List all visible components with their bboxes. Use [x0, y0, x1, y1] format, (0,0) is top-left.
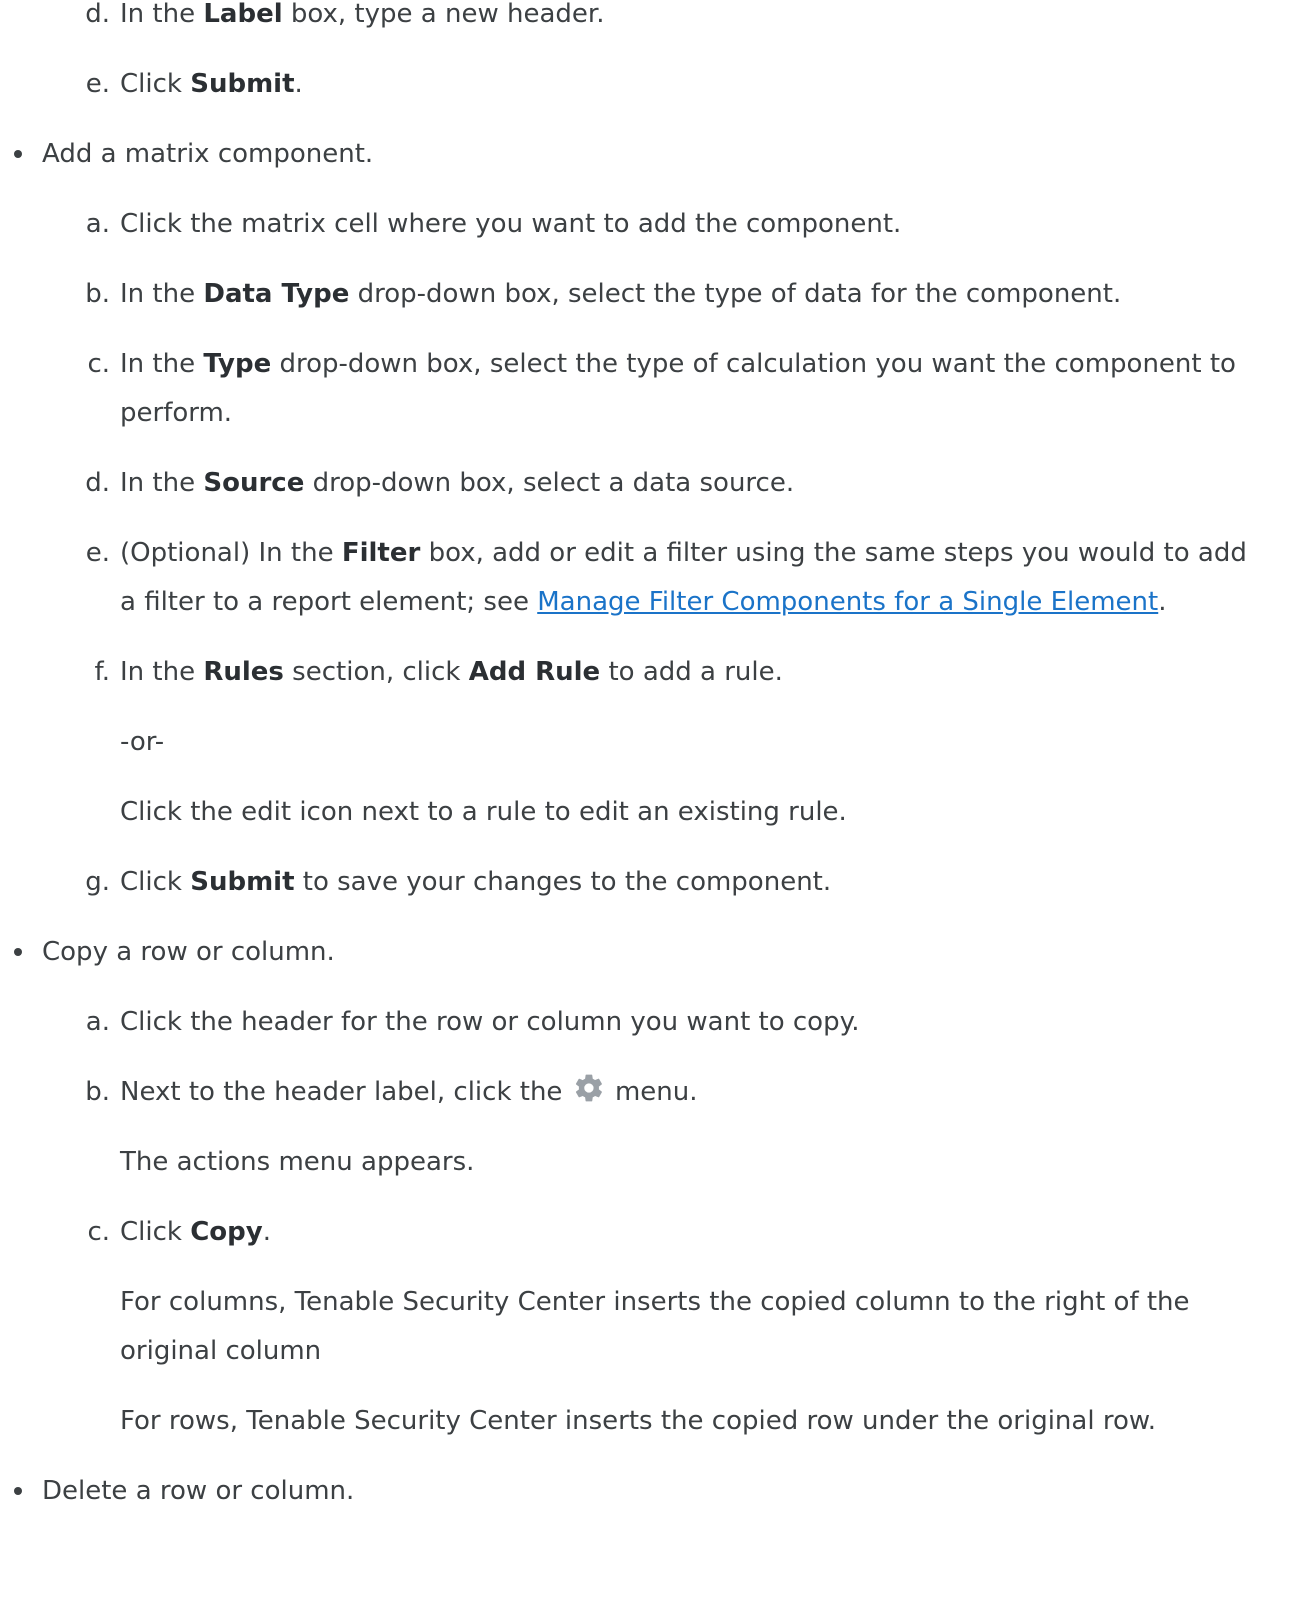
step-marker: d. [85, 0, 110, 29]
main-bullet-list: Add a matrix component. a. Click the mat… [0, 130, 1294, 1516]
step-marker: c. [87, 349, 110, 379]
ui-term-source: Source [203, 468, 305, 498]
step-marker: b. [85, 1077, 110, 1107]
step-f-alternative: Click the edit icon next to a rule to ed… [120, 797, 847, 827]
step-e-submit: e. Click Submit. [86, 60, 1294, 109]
ui-term-type: Type [203, 349, 272, 379]
gear-icon [573, 1072, 605, 1104]
actions-menu-note: The actions menu appears. [120, 1147, 475, 1177]
add-component-steps: a. Click the matrix cell where you want … [0, 200, 1294, 907]
rows-copy-note: For rows, Tenable Security Center insert… [120, 1406, 1157, 1436]
step-marker: d. [85, 468, 110, 498]
step-f-rules: f. In the Rules section, click Add Rule … [94, 648, 1294, 837]
step-a-click-cell: a. Click the matrix cell where you want … [86, 200, 1294, 249]
step-d-source: d. In the Source drop-down box, select a… [85, 459, 1294, 508]
bullet-dot [14, 1487, 22, 1495]
ui-term-add-rule: Add Rule [468, 657, 601, 687]
bullet-add-component: Add a matrix component. a. Click the mat… [0, 130, 1294, 907]
step-a-click-header: a. Click the header for the row or colum… [86, 998, 1294, 1047]
bullet-add-component-title: Add a matrix component. [0, 130, 1294, 179]
ui-term-submit: Submit [190, 867, 295, 897]
step-marker: b. [85, 279, 110, 309]
step-e-filter: e. (Optional) In the Filter box, add or … [86, 529, 1294, 627]
bullet-dot [14, 948, 22, 956]
bullet-dot [14, 150, 22, 158]
ui-term-label: Label [203, 0, 283, 29]
step-marker: a. [85, 1007, 110, 1037]
step-c-copy: c. Click Copy. For columns, Tenable Secu… [87, 1208, 1294, 1446]
step-g-submit: g. Click Submit to save your changes to … [85, 858, 1294, 907]
manage-filter-components-link[interactable]: Manage Filter Components for a Single El… [537, 587, 1158, 617]
ui-term-data-type: Data Type [203, 279, 350, 309]
step-b-gear-menu: b. Next to the header label, click the m… [85, 1068, 1294, 1187]
step-marker: c. [87, 1217, 110, 1247]
step-marker: a. [85, 209, 110, 239]
copy-row-steps: a. Click the header for the row or colum… [0, 998, 1294, 1446]
step-b-data-type: b. In the Data Type drop-down box, selec… [85, 270, 1294, 319]
document-body: d. In the Label box, type a new header. … [0, 0, 1294, 1537]
bullet-delete-row: Delete a row or column. [0, 1467, 1294, 1516]
or-separator: -or- [120, 727, 165, 757]
bullet-copy-row-title: Copy a row or column. [0, 928, 1294, 977]
step-c-type: c. In the Type drop-down box, select the… [87, 340, 1294, 438]
bullet-delete-row-title: Delete a row or column. [0, 1467, 1294, 1516]
bullet-copy-row: Copy a row or column. a. Click the heade… [0, 928, 1294, 1446]
ui-term-rules: Rules [203, 657, 284, 687]
step-marker: g. [85, 867, 110, 897]
ui-term-copy: Copy [190, 1217, 263, 1247]
step-marker: e. [85, 538, 110, 568]
previous-steps-list: d. In the Label box, type a new header. … [0, 0, 1294, 109]
step-marker: e. [85, 69, 110, 99]
step-d-label: d. In the Label box, type a new header. [85, 0, 1294, 39]
ui-term-submit: Submit [190, 69, 295, 99]
columns-copy-note: For columns, Tenable Security Center ins… [120, 1287, 1190, 1366]
step-marker: f. [94, 657, 110, 687]
ui-term-filter: Filter [341, 538, 421, 568]
